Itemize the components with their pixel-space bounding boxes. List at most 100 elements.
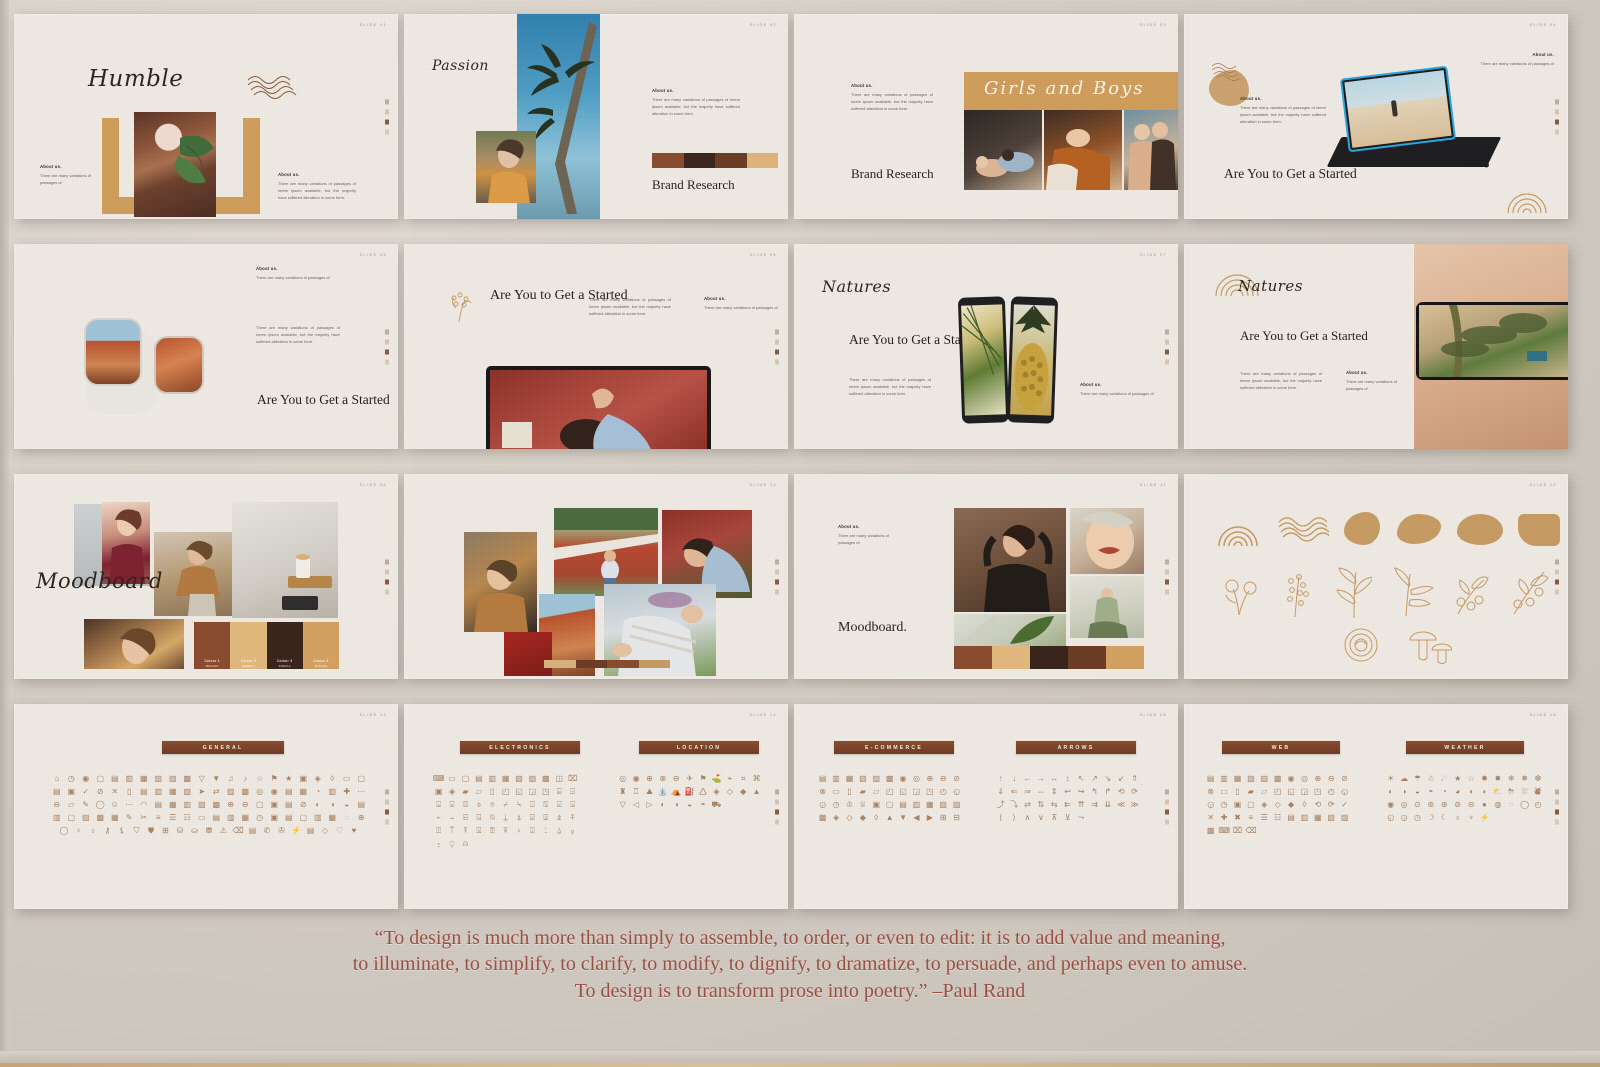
icon-web-29[interactable]: ◊: [1298, 798, 1311, 811]
icon-electronics-38[interactable]: ⍊: [499, 811, 512, 824]
icon-electronics-54[interactable]: ⍚: [566, 824, 579, 837]
icon-general-81[interactable]: ▣: [267, 811, 282, 824]
icon-general-95[interactable]: ⊞: [158, 824, 173, 837]
icon-web-5[interactable]: ▩: [1271, 772, 1284, 785]
icon-ecommerce-28[interactable]: ▤: [896, 798, 909, 811]
icon-location-1[interactable]: ◉: [629, 772, 642, 785]
icon-web-12[interactable]: ▭: [1217, 785, 1230, 798]
icon-web-7[interactable]: ◎: [1298, 772, 1311, 785]
icon-web-46[interactable]: ⌧: [1231, 824, 1244, 837]
icon-arrows-11[interactable]: ⇓: [994, 785, 1007, 798]
icon-arrows-13[interactable]: ⇒: [1021, 785, 1034, 798]
icon-arrows-3[interactable]: →: [1034, 772, 1047, 785]
icon-location-14[interactable]: ⛲: [656, 785, 669, 798]
icon-general-15[interactable]: ⚑: [267, 772, 282, 785]
icon-general-104[interactable]: ⚡: [289, 824, 304, 837]
icon-web-1[interactable]: ▥: [1217, 772, 1230, 785]
icon-weather-6[interactable]: ☆: [1464, 772, 1477, 785]
icon-weather-28[interactable]: ⊛: [1438, 798, 1451, 811]
icon-arrows-24[interactable]: ⇄: [1021, 798, 1034, 811]
icon-web-28[interactable]: ◆: [1284, 798, 1297, 811]
icon-general-35[interactable]: ▩: [238, 785, 253, 798]
icon-weather-9[interactable]: ❄: [1505, 772, 1518, 785]
icon-general-8[interactable]: ▨: [166, 772, 181, 785]
icon-general-14[interactable]: ☆: [253, 772, 268, 785]
icon-weather-42[interactable]: ♆: [1464, 811, 1477, 824]
icon-electronics-48[interactable]: ⍔: [486, 824, 499, 837]
icon-electronics-14[interactable]: ▱: [472, 785, 485, 798]
icon-weather-10[interactable]: ❅: [1518, 772, 1531, 785]
icon-ecommerce-21[interactable]: ◵: [950, 785, 963, 798]
icon-electronics-42[interactable]: ⍎: [553, 811, 566, 824]
icon-weather-36[interactable]: ◵: [1384, 811, 1397, 824]
icon-general-41[interactable]: ▥: [325, 785, 340, 798]
icon-electronics-11[interactable]: ▣: [432, 785, 445, 798]
icon-general-83[interactable]: ▢: [296, 811, 311, 824]
icon-ecommerce-39[interactable]: ▼: [896, 811, 909, 824]
icon-electronics-19[interactable]: ◳: [539, 785, 552, 798]
slide-nav-dots[interactable]: [385, 329, 389, 364]
icon-ecommerce-10[interactable]: ⊘: [950, 772, 963, 785]
icon-general-16[interactable]: ★: [282, 772, 297, 785]
icon-location-23[interactable]: ◁: [629, 798, 642, 811]
icon-location-28[interactable]: ◓: [696, 798, 709, 811]
icon-electronics-8[interactable]: ▩: [539, 772, 552, 785]
icon-web-10[interactable]: ⊘: [1338, 772, 1351, 785]
icon-electronics-25[interactable]: ⌽: [472, 798, 485, 811]
icon-weather-39[interactable]: ☽: [1424, 811, 1437, 824]
icon-weather-23[interactable]: ⛇: [1531, 785, 1544, 798]
slide-elements[interactable]: SLIDE 12: [1184, 474, 1568, 679]
icon-weather-38[interactable]: ◷: [1411, 811, 1424, 824]
slide-moodboard-script[interactable]: SLIDE 09 Moodboard Colour 1 #8A4A2C Colo…: [14, 474, 398, 679]
icon-general-99[interactable]: ⚠: [216, 824, 231, 837]
icon-general-66[interactable]: ▥: [50, 811, 65, 824]
icon-location-15[interactable]: ⛺: [670, 785, 683, 798]
icon-weather-31[interactable]: ●: [1478, 798, 1491, 811]
icon-general-25[interactable]: ⊘: [93, 785, 108, 798]
icon-general-100[interactable]: ⌫: [231, 824, 246, 837]
icon-ecommerce-20[interactable]: ◴: [937, 785, 950, 798]
icon-weather-3[interactable]: ☃: [1424, 772, 1437, 785]
icon-general-59[interactable]: ▣: [267, 798, 282, 811]
icon-general-62[interactable]: ◐: [311, 798, 326, 811]
icon-electronics-17[interactable]: ◱: [512, 785, 525, 798]
icon-arrows-6[interactable]: ↖: [1074, 772, 1087, 785]
icon-web-3[interactable]: ▧: [1244, 772, 1257, 785]
icon-web-8[interactable]: ⊕: [1311, 772, 1324, 785]
icon-web-45[interactable]: ⌨: [1217, 824, 1230, 837]
slide-nav-dots[interactable]: [1165, 329, 1169, 364]
icon-weather-35[interactable]: ◴: [1531, 798, 1544, 811]
icon-general-44[interactable]: ⊖: [50, 798, 65, 811]
slide-icons-ecommerce-arrows[interactable]: SLIDE 15 E-COMMERCE ARROWS ▤ ▥ ▦ ▧ ▨ ▩ ◉ ◎ ⊕ ⊖ ⊘ ⊗ ▭…: [794, 704, 1178, 909]
icon-weather-2[interactable]: ☂: [1411, 772, 1424, 785]
category-badge-electronics[interactable]: ELECTRONICS: [460, 741, 580, 754]
icon-web-17[interactable]: ◱: [1284, 785, 1297, 798]
icon-weather-4[interactable]: ☄: [1438, 772, 1451, 785]
icon-general-75[interactable]: ☷: [180, 811, 195, 824]
category-badge-arrows[interactable]: ARROWS: [1016, 741, 1136, 754]
icon-general-103[interactable]: ✇: [274, 824, 289, 837]
icon-electronics-57[interactable]: ⍝: [459, 837, 472, 850]
icon-electronics-32[interactable]: ⍄: [566, 798, 579, 811]
icon-weather-20[interactable]: ⛅: [1491, 785, 1504, 798]
slide-nav-dots[interactable]: [775, 329, 779, 364]
icon-location-11[interactable]: ♜: [616, 785, 629, 798]
icon-general-72[interactable]: ✂: [137, 811, 152, 824]
icon-web-33[interactable]: ✕: [1204, 811, 1217, 824]
icon-general-51[interactable]: ▤: [151, 798, 166, 811]
icon-location-13[interactable]: ⛰: [643, 785, 656, 798]
icon-location-0[interactable]: ◎: [616, 772, 629, 785]
icon-arrows-16[interactable]: ↩: [1061, 785, 1074, 798]
icon-general-28[interactable]: ▤: [137, 785, 152, 798]
icon-general-24[interactable]: ✓: [79, 785, 94, 798]
icon-ecommerce-38[interactable]: ▲: [883, 811, 896, 824]
icon-general-89[interactable]: ♀: [71, 824, 86, 837]
icon-arrows-23[interactable]: ⤵: [1007, 798, 1020, 811]
icon-weather-27[interactable]: ⊚: [1424, 798, 1437, 811]
icon-electronics-39[interactable]: ⍋: [512, 811, 525, 824]
icon-general-2[interactable]: ◉: [79, 772, 94, 785]
icon-arrows-26[interactable]: ⇆: [1048, 798, 1061, 811]
icon-ecommerce-11[interactable]: ⊗: [816, 785, 829, 798]
icon-weather-25[interactable]: ◎: [1397, 798, 1410, 811]
icon-general-79[interactable]: ▦: [238, 811, 253, 824]
